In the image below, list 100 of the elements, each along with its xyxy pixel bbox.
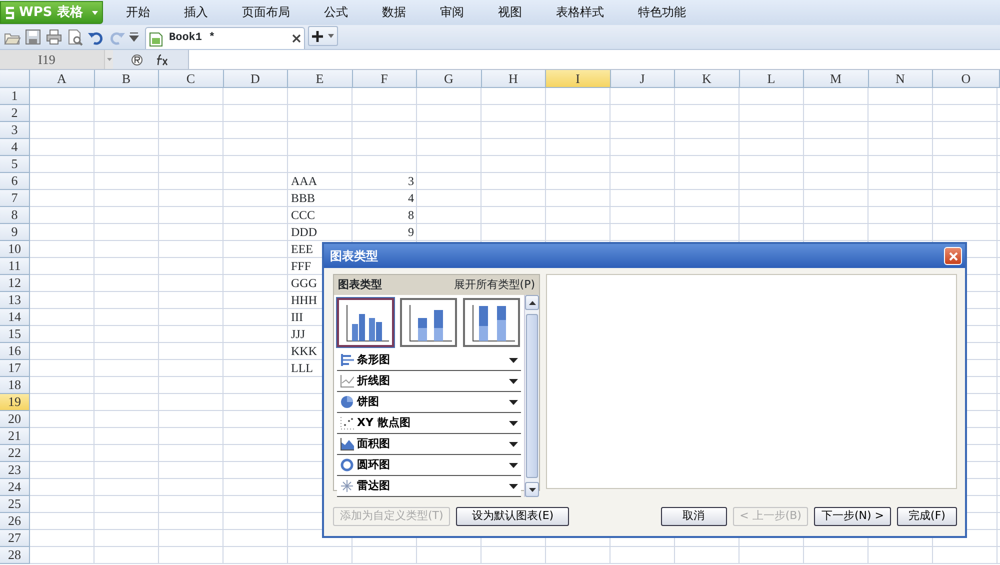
row-header[interactable]: 4 (0, 139, 30, 156)
area-chart-icon (340, 437, 354, 451)
row-header[interactable]: 5 (0, 156, 30, 173)
table-cell: 8 (408, 208, 414, 222)
row-header[interactable]: 22 (0, 445, 30, 462)
menu-item[interactable]: 公式 (307, 0, 365, 25)
row-header[interactable]: 1 (0, 88, 30, 105)
row-header[interactable]: 13 (0, 292, 30, 309)
column-header[interactable]: O (933, 70, 1000, 88)
scatter-chart-icon (340, 416, 354, 430)
row-header[interactable]: 21 (0, 428, 30, 445)
vertical-scrollbar[interactable] (524, 295, 539, 497)
dialog-button[interactable]: 设为默认图表(E) (456, 507, 570, 526)
caret-icon (328, 34, 334, 38)
table-cell: EEE (291, 242, 313, 256)
printer-icon[interactable] (45, 28, 63, 46)
row-header[interactable]: 15 (0, 326, 30, 343)
row-header[interactable]: 12 (0, 275, 30, 292)
row-header[interactable]: 7 (0, 190, 30, 207)
document-tab[interactable]: Book1 * (145, 27, 305, 49)
new-tab-button[interactable] (308, 26, 338, 46)
row-header[interactable]: 2 (0, 105, 30, 122)
row-header[interactable]: 24 (0, 479, 30, 496)
row-header[interactable]: 17 (0, 360, 30, 377)
row-header[interactable]: 6 (0, 173, 30, 190)
table-cell: HHH (291, 293, 317, 307)
expand-arrow-icon (509, 378, 518, 384)
menu-item[interactable]: 特色功能 (621, 0, 703, 25)
table-cell: AAA (291, 174, 317, 188)
column-header[interactable]: E (288, 70, 352, 88)
column-header[interactable]: F (352, 70, 417, 88)
tab-title: Book1 * (169, 31, 216, 46)
menu-item[interactable]: 数据 (365, 0, 423, 25)
expand-arrow-icon (509, 400, 518, 404)
row-header[interactable]: 20 (0, 411, 30, 428)
menu-item[interactable]: 表格样式 (539, 0, 621, 25)
dialog-button[interactable]: 完成(F) (897, 507, 957, 526)
row-header[interactable]: 9 (0, 224, 30, 241)
scroll-up-icon[interactable] (528, 300, 536, 304)
row-header[interactable]: 25 (0, 496, 30, 513)
table-cell: FFF (291, 259, 312, 273)
row-header[interactable]: 28 (0, 547, 30, 564)
column-header[interactable]: G (417, 70, 482, 88)
column-header[interactable]: B (94, 70, 159, 88)
column-header[interactable]: K (675, 70, 740, 88)
row-header[interactable]: 18 (0, 377, 30, 394)
row-header[interactable]: 26 (0, 513, 30, 530)
table-cell: III (291, 310, 303, 324)
menu-item[interactable]: 审阅 (423, 0, 481, 25)
row-header[interactable]: 16 (0, 343, 30, 360)
close-button[interactable] (944, 247, 962, 265)
chart-subtype-option[interactable] (400, 298, 457, 347)
close-icon[interactable] (292, 34, 301, 43)
menu-item[interactable]: 插入 (167, 0, 225, 25)
plus-icon (312, 30, 323, 42)
menu-item[interactable]: 视图 (481, 0, 539, 25)
expand-arrow-icon (509, 484, 518, 488)
row-header[interactable]: 3 (0, 122, 30, 139)
chart-subtype-option[interactable] (337, 298, 394, 347)
column-header[interactable]: M (804, 70, 868, 88)
table-cell: CCC (291, 208, 316, 222)
print-preview-icon[interactable] (66, 28, 84, 46)
column-header[interactable]: L (740, 70, 804, 88)
table-cell: LLL (291, 361, 313, 375)
row-header[interactable]: 19 (0, 394, 30, 411)
row-header[interactable]: 10 (0, 241, 30, 258)
row-header[interactable]: 27 (0, 530, 30, 547)
pie-chart-icon (340, 395, 354, 409)
menu-item[interactable]: 开始 (109, 0, 167, 25)
insert-function-icon[interactable] (155, 54, 169, 66)
scroll-down-icon[interactable] (528, 488, 536, 492)
column-header[interactable]: D (224, 70, 288, 88)
expand-arrow-icon (509, 462, 518, 468)
row-header[interactable]: 11 (0, 258, 30, 275)
window-title: 图表类型 (330, 248, 378, 265)
save-icon[interactable] (24, 28, 42, 46)
function-wizard-icon[interactable] (131, 54, 143, 66)
row-header[interactable]: 14 (0, 309, 30, 326)
formula-input[interactable] (188, 50, 1000, 69)
dialog-button[interactable]: 取消 (660, 507, 727, 526)
dialog-button[interactable]: 下一步(N) > (814, 507, 891, 526)
table-cell: JJJ (291, 327, 306, 341)
column-header[interactable]: A (30, 70, 94, 88)
row-header[interactable]: 23 (0, 462, 30, 479)
column-header[interactable]: I (546, 70, 610, 88)
column-header[interactable]: C (159, 70, 224, 88)
table-cell: DDD (291, 225, 317, 239)
column-header[interactable]: J (610, 70, 675, 88)
menu-item[interactable]: 页面布局 (225, 0, 307, 25)
expand-all-link[interactable]: 展开所有类型(P) (454, 275, 535, 295)
doughnut-chart-icon (340, 458, 354, 472)
caret-icon (91, 10, 99, 16)
chart-subtype-option[interactable] (463, 298, 520, 347)
column-header[interactable]: N (868, 70, 933, 88)
radar-chart-icon (340, 479, 354, 493)
table-cell: BBB (291, 191, 316, 205)
row-header[interactable]: 8 (0, 207, 30, 224)
line-chart-icon (340, 374, 354, 388)
column-header[interactable]: H (482, 70, 546, 88)
name-box[interactable]: I19 (0, 50, 104, 69)
